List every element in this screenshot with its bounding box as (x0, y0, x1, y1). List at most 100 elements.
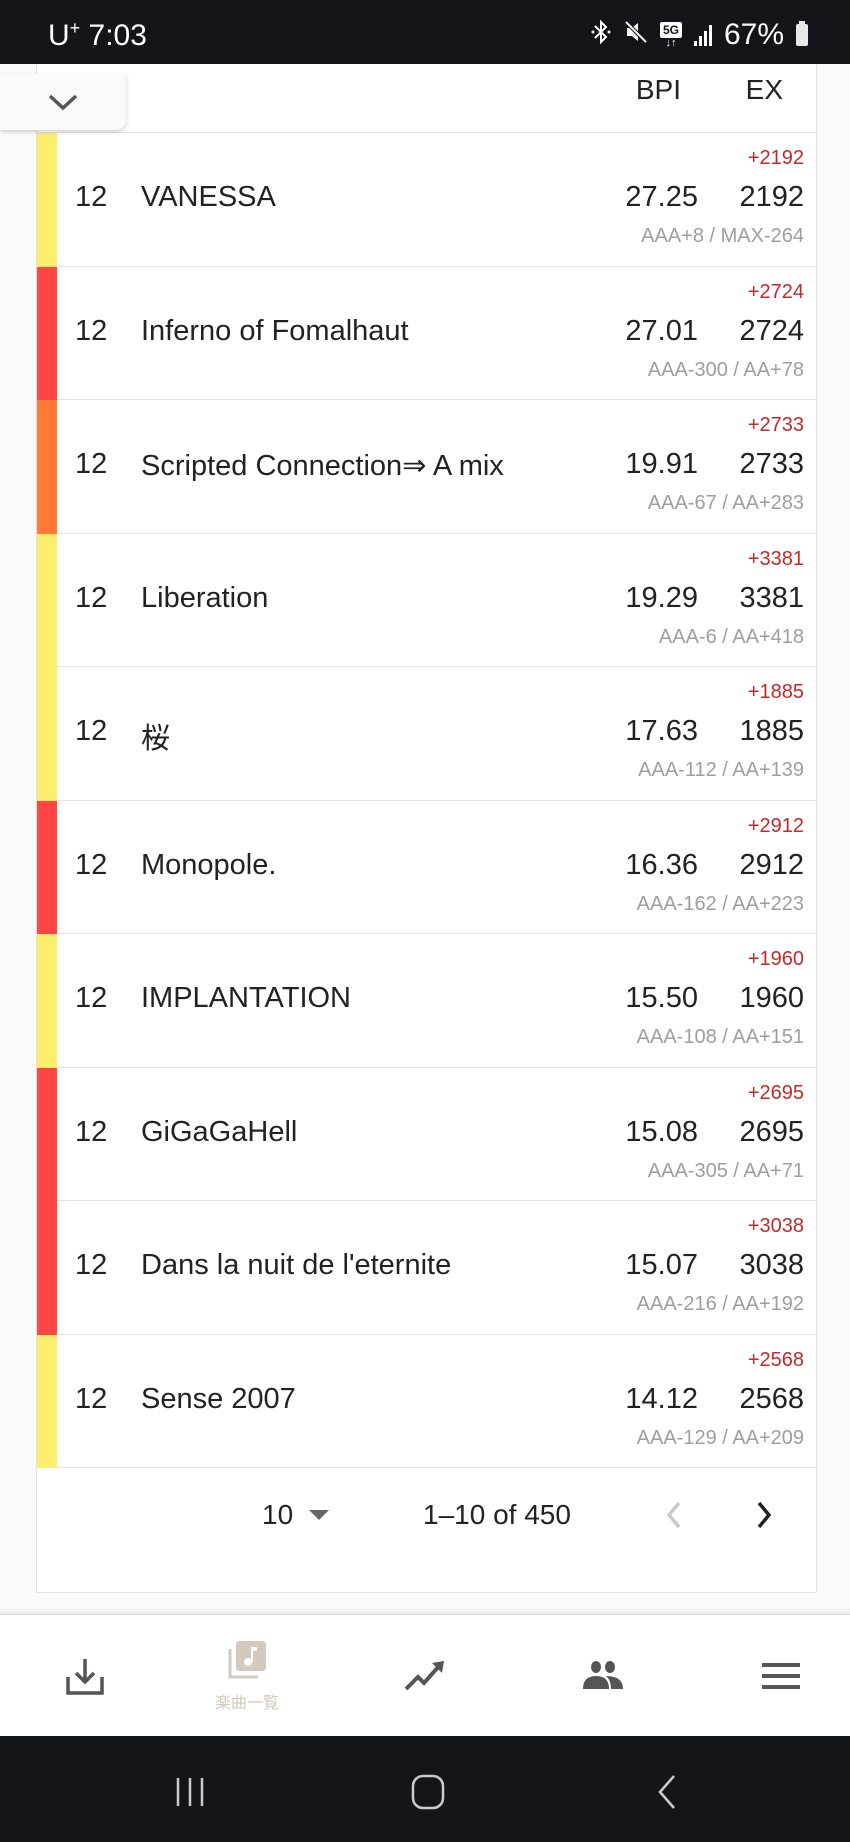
ex-diff: +1960 (747, 948, 804, 970)
nav-item-menu[interactable] (696, 1615, 850, 1737)
song-title: Monopole. (141, 848, 277, 881)
ex-score: 3381 (739, 581, 804, 614)
nav-item-rivals[interactable] (518, 1615, 688, 1737)
rank-diff: AAA-108 / AA+151 (636, 1026, 804, 1048)
level: 12 (75, 181, 108, 213)
bpi-value: 15.07 (625, 1249, 698, 1281)
table-row[interactable]: 12 IMPLANTATION +1960 15.50 1960 AAA-108… (37, 934, 816, 1068)
pagination: 10 1–10 of 450 (37, 1469, 816, 1569)
ex-diff: +3381 (747, 547, 804, 570)
bpi-value: 19.91 (625, 448, 698, 480)
nav-item-song-list[interactable]: 楽曲一覧 (162, 1615, 332, 1737)
header-bpi[interactable]: BPI (636, 74, 681, 106)
pagination-range: 1–10 of 450 (423, 1499, 571, 1530)
bpi-value: 14.12 (625, 1382, 698, 1415)
table-row[interactable]: 12 桜 +1885 17.63 1885 AAA-112 / AA+139 (37, 667, 816, 801)
clock: 7:03 (88, 19, 147, 52)
ex-diff: +2568 (747, 1348, 804, 1371)
people-icon (583, 1661, 623, 1689)
rank-diff: AAA-129 / AA+209 (636, 1426, 804, 1449)
ex-diff: +2695 (747, 1081, 804, 1104)
bpi-value: 16.36 (625, 848, 698, 881)
dropdown-caret-icon (309, 1510, 330, 1520)
bottom-navigation: 楽曲一覧 (0, 1614, 850, 1737)
song-title: Sense 2007 (141, 1382, 296, 1415)
collapse-button[interactable] (0, 74, 126, 130)
level: 12 (75, 1115, 108, 1148)
battery-icon (796, 21, 808, 46)
rows-per-page-value: 10 (262, 1499, 294, 1530)
system-navigation-bar (0, 1736, 850, 1842)
ex-diff: +1885 (747, 681, 804, 703)
song-title: Scripted Connection⇒ A mix (141, 450, 504, 482)
bpi-value: 15.50 (625, 982, 698, 1014)
rank-diff: AAA-67 / AA+283 (647, 492, 804, 514)
table-row[interactable]: 12 Inferno of Fomalhaut +2724 27.01 2724… (37, 266, 816, 400)
signal-icon (693, 24, 712, 46)
nav-item-trending[interactable] (340, 1615, 510, 1737)
nav-label-song-list: 楽曲一覧 (214, 1695, 279, 1712)
table-row[interactable]: 12 Monopole. +2912 16.36 2912 AAA-162 / … (37, 800, 816, 934)
table-row[interactable]: 12 VANESSA +2192 27.25 2192 AAA+8 / MAX-… (37, 133, 816, 267)
carrier-time: U+ 7:03 (48, 18, 147, 53)
level: 12 (75, 581, 108, 614)
ex-diff: +2912 (747, 814, 804, 837)
bluetooth-icon (590, 19, 612, 51)
mute-icon (624, 19, 648, 51)
clear-lamp (37, 133, 57, 267)
song-title: Dans la nuit de l'eternite (141, 1249, 452, 1281)
next-page-button[interactable] (749, 1495, 779, 1535)
clear-lamp (37, 934, 57, 1068)
rank-diff: AAA-112 / AA+139 (638, 759, 804, 781)
download-icon (66, 1659, 104, 1695)
recent-apps-icon[interactable] (170, 1772, 210, 1812)
level: 12 (75, 982, 108, 1014)
ex-score: 3038 (739, 1249, 804, 1281)
table-row[interactable]: 12 Liberation +3381 19.29 3381 AAA-6 / A… (37, 533, 816, 667)
rank-diff: AAA-305 / AA+71 (647, 1159, 804, 1182)
table-header: BPI EX (37, 64, 816, 133)
bpi-value: 17.63 (625, 715, 698, 747)
level: 12 (75, 314, 108, 347)
bpi-value: 27.25 (625, 181, 698, 213)
level: 12 (75, 715, 108, 747)
page: BPI EX 12 VANESSA +2192 27.25 2192 AAA+8… (0, 64, 850, 1736)
clear-lamp (37, 800, 57, 934)
nav-item-download[interactable] (0, 1615, 170, 1737)
5g-icon: 5G ↓↑ (659, 21, 682, 49)
home-icon[interactable] (408, 1772, 448, 1812)
table-row[interactable]: 12 Dans la nuit de l'eternite +3038 15.0… (37, 1201, 816, 1335)
ex-score: 1960 (739, 982, 804, 1014)
rank-diff: AAA-162 / AA+223 (636, 892, 804, 915)
ex-score: 2568 (739, 1382, 804, 1415)
rank-diff: AAA-300 / AA+78 (647, 358, 804, 381)
ex-score: 2912 (739, 848, 804, 881)
bpi-value: 27.01 (625, 314, 698, 347)
clear-lamp (37, 266, 57, 400)
rows-per-page-select[interactable]: 10 (262, 1499, 330, 1531)
song-title: VANESSA (141, 181, 276, 213)
status-bar: U+ 7:03 5G ↓↑ 67% (0, 0, 850, 64)
level: 12 (75, 1382, 108, 1415)
table-row[interactable]: 12 Scripted Connection⇒ A mix +2733 19.9… (37, 400, 816, 534)
clear-lamp (37, 400, 57, 534)
battery-percent: 67% (723, 18, 784, 51)
clear-lamp (37, 1334, 57, 1468)
song-title: Liberation (141, 581, 269, 614)
song-title: Inferno of Fomalhaut (141, 314, 409, 347)
score-table-card: BPI EX 12 VANESSA +2192 27.25 2192 AAA+8… (36, 64, 817, 1593)
previous-page-button[interactable] (659, 1495, 689, 1535)
table-row[interactable]: 12 GiGaGaHell +2695 15.08 2695 AAA-305 /… (37, 1067, 816, 1201)
bpi-value: 19.29 (625, 581, 698, 614)
back-icon[interactable] (648, 1772, 688, 1812)
level: 12 (75, 1249, 108, 1281)
ex-score: 2695 (739, 1115, 804, 1148)
table-row[interactable]: 12 Sense 2007 +2568 14.12 2568 AAA-129 /… (37, 1334, 816, 1468)
ex-score: 2733 (739, 448, 804, 480)
level: 12 (75, 848, 108, 881)
rank-diff: AAA+8 / MAX-264 (641, 225, 804, 247)
clear-lamp (37, 533, 57, 667)
clear-lamp (37, 667, 57, 801)
ex-diff: +2733 (747, 414, 804, 436)
header-ex[interactable]: EX (746, 74, 783, 106)
